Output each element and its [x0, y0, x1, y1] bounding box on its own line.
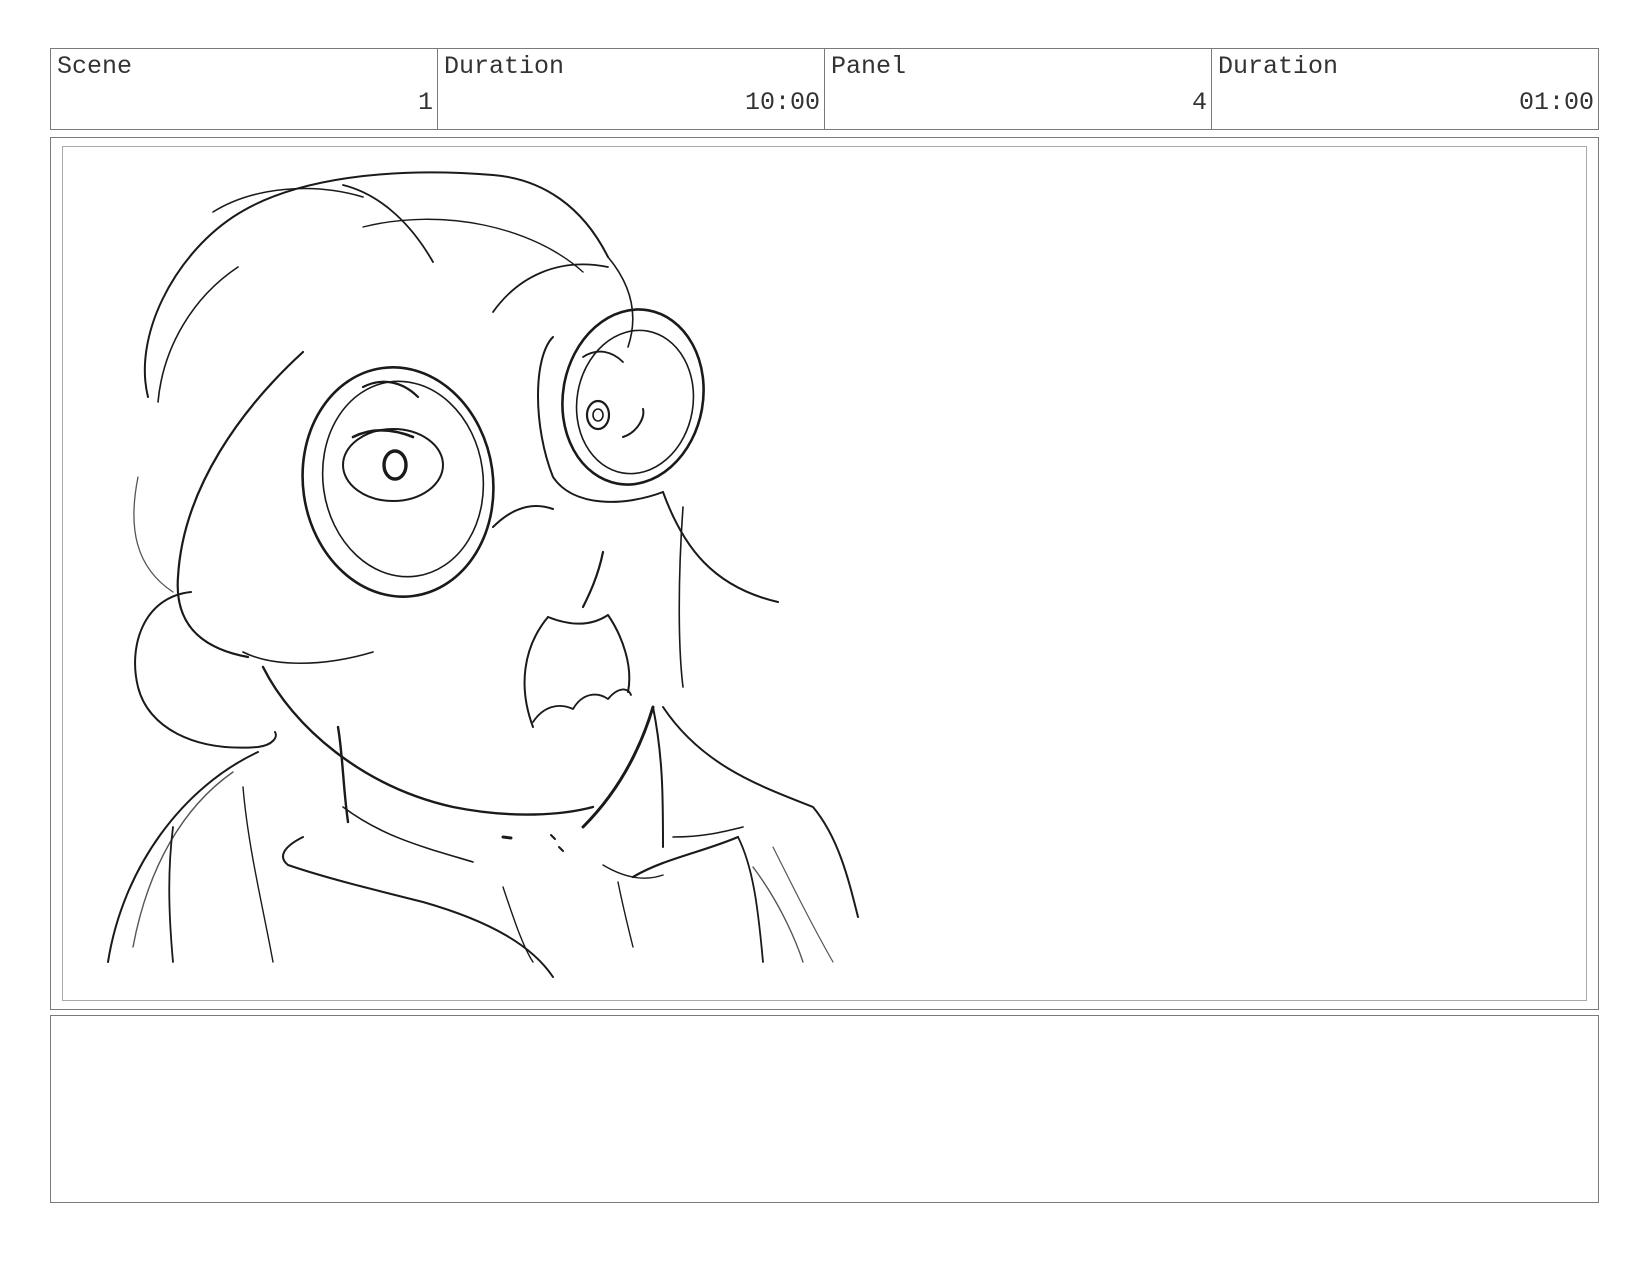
panel-number: 4 — [1191, 88, 1207, 117]
storyboard-frame — [50, 137, 1599, 1010]
scene-cell: Scene 1 — [51, 49, 438, 129]
panel-duration-cell: Duration 01:00 — [1212, 49, 1598, 129]
character-sketch — [107, 171, 859, 978]
panel-cell: Panel 4 — [825, 49, 1212, 129]
storyboard-header: Scene 1 Duration 10:00 Panel 4 Duration … — [50, 48, 1599, 130]
scene-duration-label: Duration — [444, 52, 565, 81]
panel-duration-value: 01:00 — [1518, 88, 1594, 117]
panel-notes-box[interactable] — [50, 1015, 1599, 1203]
scene-label: Scene — [57, 52, 133, 81]
scene-duration-value: 10:00 — [744, 88, 820, 117]
scene-duration-cell: Duration 10:00 — [438, 49, 825, 129]
panel-duration-label: Duration — [1218, 52, 1339, 81]
panel-label: Panel — [831, 52, 907, 81]
panel-drawing-area — [62, 146, 1587, 1001]
scene-number: 1 — [417, 88, 433, 117]
